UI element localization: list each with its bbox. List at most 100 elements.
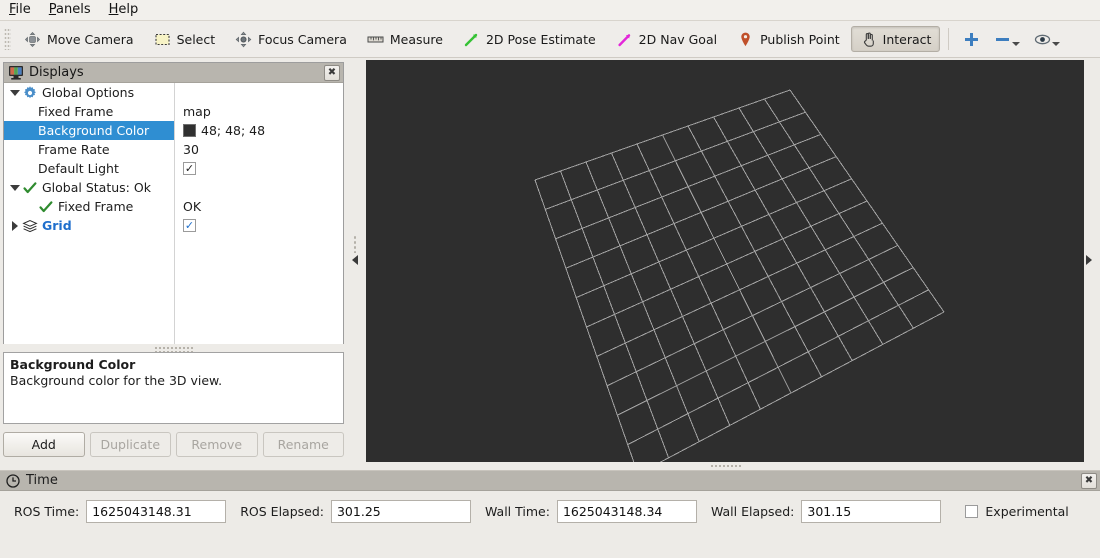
menu-item-panels-label: anels [56, 1, 91, 17]
duplicate-button: Duplicate [89, 432, 171, 457]
render-viewport-3d[interactable] [366, 60, 1084, 462]
tree-row-frame-rate[interactable]: Frame Rate 30 [4, 140, 343, 159]
displays-tree[interactable]: Global Options Fixed Frame map Background C… [4, 83, 343, 344]
time-field-label: Wall Time: [484, 503, 550, 519]
tree-row-value-cell[interactable]: ✓ [174, 216, 196, 235]
toolbar-button-measure[interactable]: Measure [358, 26, 452, 52]
check-icon [39, 200, 53, 212]
toolbar-button-publish-point[interactable]: Publish Point [728, 26, 849, 52]
displays-close-button[interactable]: ✖ [324, 65, 340, 81]
tree-row-fixed-frame[interactable]: Fixed Frame OK [4, 197, 343, 216]
tree-row-name-cell[interactable]: Default Light [4, 159, 174, 178]
tree-rows-container: Global Options Fixed Frame map Background C… [4, 83, 343, 235]
tree-row-value-cell[interactable]: OK [174, 197, 201, 216]
left-splitter-dots[interactable] [353, 235, 357, 253]
tree-row-name-cell[interactable]: Grid [4, 216, 174, 235]
grid-display [534, 89, 945, 462]
tree-row-background-color[interactable]: Background Color 48; 48; 48 [4, 121, 343, 140]
toolbar-button-group: Move Camera Select Focus Camera Measure 2D P… [14, 26, 941, 52]
time-close-button[interactable]: ✖ [1081, 473, 1097, 489]
visibility-button[interactable] [1030, 31, 1064, 48]
time-field-input-wall-time[interactable]: 1625043148.34 [556, 499, 697, 523]
focus-camera-icon [235, 31, 252, 47]
toolbar-button-label: Focus Camera [258, 31, 347, 47]
add-view-button[interactable] [959, 31, 984, 48]
tree-row-value-cell[interactable]: ✓ [174, 159, 196, 178]
viewport-resize-grip[interactable] [710, 464, 742, 469]
hand-cursor-icon [863, 32, 874, 47]
time-field-input-ros-elapsed[interactable]: 301.25 [330, 499, 471, 523]
row-checkbox[interactable]: ✓ [183, 219, 196, 232]
menu-item-file[interactable]: File [0, 1, 40, 20]
tree-row-name-cell[interactable]: Fixed Frame [4, 197, 174, 216]
menu-item-panels[interactable]: Panels [40, 1, 100, 20]
plus-icon [965, 32, 979, 46]
toolbar-button-interact[interactable]: Interact [850, 26, 941, 52]
tree-row-global-options[interactable]: Global Options [4, 83, 343, 102]
collapse-right-arrow-icon[interactable] [1086, 255, 1092, 265]
toolbar-button-focus-camera[interactable]: Focus Camera [226, 26, 356, 52]
twisty-expanded-icon[interactable] [8, 83, 22, 102]
toolbar-button-move-camera[interactable]: Move Camera [15, 26, 143, 52]
tree-row-default-light[interactable]: Default Light ✓ [4, 159, 343, 178]
toolbar-button-select[interactable]: Select [145, 26, 225, 52]
chevron-down-icon[interactable] [1012, 41, 1021, 46]
check-icon [23, 181, 37, 193]
time-field-input-ros-time[interactable]: 1625043148.31 [86, 499, 227, 523]
remove-button: Remove [176, 432, 258, 457]
tree-row-name-cell[interactable]: Global Options [4, 83, 174, 102]
menu-item-help[interactable]: Help [100, 1, 148, 20]
time-field-label: ROS Elapsed: [240, 503, 324, 519]
add-button[interactable]: Add [3, 432, 85, 457]
time-panel-title: Time [26, 473, 58, 488]
rename-button: Rename [262, 432, 344, 457]
experimental-checkbox[interactable] [965, 504, 979, 518]
tree-row-grid[interactable]: Grid ✓ [4, 216, 343, 235]
tree-row-value-cell[interactable] [174, 178, 183, 197]
monitor-icon [9, 66, 23, 80]
tree-row-label: Grid [42, 218, 72, 233]
tree-row-label: Fixed Frame [38, 104, 114, 119]
experimental-checkbox-wrapper[interactable]: Experimental [965, 504, 1069, 519]
row-checkbox[interactable]: ✓ [183, 162, 196, 175]
time-field-input-wall-elapsed[interactable]: 301.15 [801, 499, 942, 523]
toolbar-separator [948, 28, 950, 50]
toolbar-button-label: Select [176, 31, 216, 47]
time-field-label: Wall Elapsed: [710, 503, 795, 519]
tree-row-name-cell[interactable]: Frame Rate [4, 140, 174, 159]
tree-row-name-cell[interactable]: Global Status: Ok [4, 178, 174, 197]
move-camera-icon [25, 31, 40, 47]
property-help-title: Background Color [10, 357, 136, 372]
tree-row-value-cell[interactable]: 30 [174, 140, 199, 159]
menu-accel-panels: P [48, 1, 57, 17]
menu-item-help-label: elp [118, 1, 139, 17]
tree-row-label: Default Light [38, 161, 119, 176]
toolbar-button-2d-pose-estimate[interactable]: 2D Pose Estimate [454, 26, 605, 52]
twisty-expanded-icon[interactable] [8, 178, 22, 197]
tree-row-value: 30 [183, 142, 199, 157]
toolbar-button-2d-nav-goal[interactable]: 2D Nav Goal [607, 26, 726, 52]
tree-row-label: Global Options [42, 85, 135, 100]
time-field-label: ROS Time: [14, 503, 80, 519]
tree-row-label: Global Status: Ok [42, 180, 151, 195]
chevron-down-icon[interactable] [1052, 41, 1061, 46]
color-swatch[interactable] [183, 124, 196, 137]
toolbar-drag-handle[interactable] [4, 28, 11, 50]
twisty-collapsed-icon[interactable] [8, 216, 22, 235]
tree-row-name-cell[interactable]: Background Color [4, 121, 174, 140]
tree-row-label: Frame Rate [38, 142, 110, 157]
toolbar-button-label: 2D Pose Estimate [485, 31, 596, 47]
tree-row-value-cell[interactable]: map [174, 102, 211, 121]
tree-row-value-cell[interactable] [174, 83, 183, 102]
menu-accel-help: H [108, 1, 119, 17]
collapse-left-arrow-icon[interactable] [352, 255, 358, 265]
tree-row-fixed-frame[interactable]: Fixed Frame map [4, 102, 343, 121]
tree-row-value-cell[interactable]: 48; 48; 48 [174, 121, 265, 140]
minus-icon [996, 37, 1010, 41]
toolbar-button-label: Interact [882, 31, 932, 47]
nav-goal-arrow-icon [618, 33, 630, 46]
remove-view-button[interactable] [990, 31, 1024, 48]
rviz-window: File Panels Help Move Camera Select Focus … [0, 0, 1100, 558]
tree-row-name-cell[interactable]: Fixed Frame [4, 102, 174, 121]
tree-row-global-status-ok[interactable]: Global Status: Ok [4, 178, 343, 197]
